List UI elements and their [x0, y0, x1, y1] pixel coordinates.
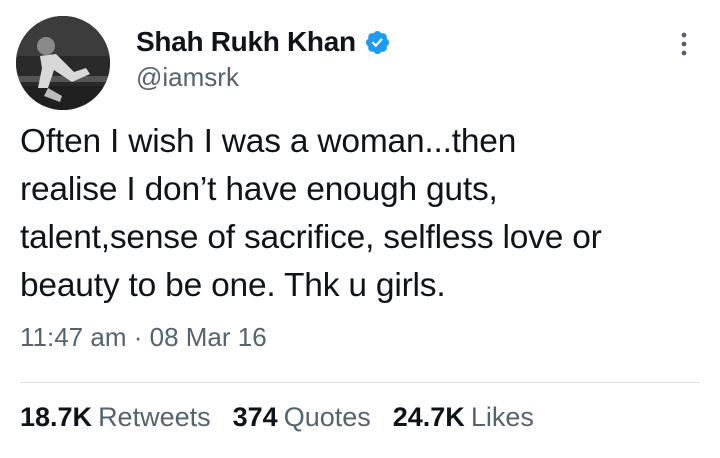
profile-photo — [16, 16, 110, 110]
user-handle[interactable]: @iamsrk — [136, 62, 239, 93]
retweets-label: Retweets — [98, 402, 211, 432]
retweets-stat[interactable]: 18.7K Retweets — [20, 402, 211, 433]
retweets-count: 18.7K — [20, 402, 93, 432]
quotes-count: 374 — [232, 402, 278, 432]
author-name-row: Shah Rukh Khan — [136, 22, 391, 62]
tweet-time: 11:47 am — [20, 322, 127, 352]
engagement-stats: 18.7K Retweets 374 Quotes 24.7K Likes — [20, 402, 556, 433]
likes-label: Likes — [470, 402, 534, 432]
display-name[interactable]: Shah Rukh Khan — [136, 26, 356, 58]
verified-badge-icon[interactable] — [364, 29, 391, 56]
more-options-icon[interactable] — [672, 28, 696, 60]
tweet-text: Often I wish I was a woman...then realis… — [20, 123, 602, 304]
divider — [20, 382, 700, 383]
tweet-date: 08 Mar 16 — [149, 322, 267, 352]
avatar[interactable] — [16, 16, 110, 110]
quotes-stat[interactable]: 374 Quotes — [233, 402, 371, 433]
tweet-timestamp[interactable]: 11:47 am · 08 Mar 16 — [20, 322, 267, 353]
quotes-label: Quotes — [283, 402, 371, 432]
likes-count: 24.7K — [392, 402, 465, 432]
tweet-card: Shah Rukh Khan @iamsrk Often I wish I wa… — [0, 0, 720, 458]
timestamp-separator: · — [133, 322, 143, 352]
likes-stat[interactable]: 24.7K Likes — [393, 402, 534, 433]
